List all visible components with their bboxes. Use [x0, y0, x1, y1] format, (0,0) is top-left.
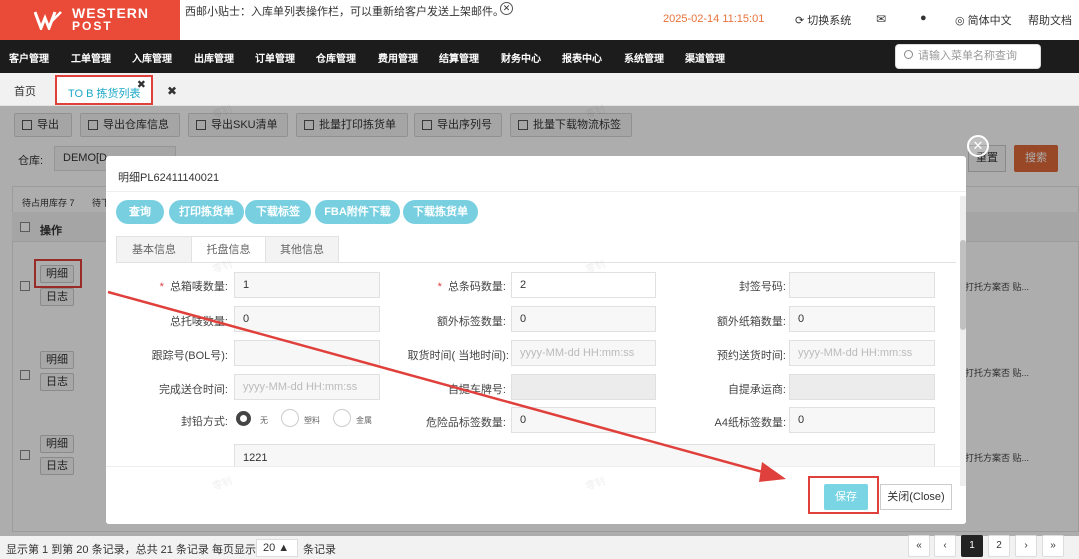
last-page-button[interactable]: »: [1042, 535, 1064, 557]
first-page-button[interactable]: «: [908, 535, 930, 557]
pagination-info: 显示第 1 到第 20 条记录，总共 21 条记录 每页显示: [6, 544, 256, 556]
page-size-select[interactable]: 20 ▲: [256, 539, 298, 557]
page-2-button[interactable]: 2: [988, 535, 1010, 557]
prev-page-button[interactable]: ‹: [934, 535, 956, 557]
page-1-button[interactable]: 1: [961, 535, 983, 557]
next-page-button[interactable]: ›: [1015, 535, 1037, 557]
page-size-unit: 条记录: [303, 544, 336, 556]
annotation-arrow-icon: [107, 290, 786, 482]
